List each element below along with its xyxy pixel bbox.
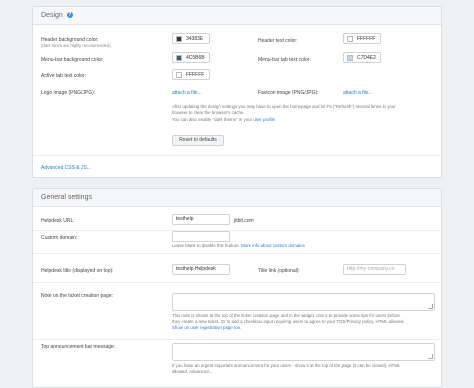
design-note-line3: You can also enable "dark theme" in your… — [172, 117, 437, 123]
advanced-css-js-link[interactable]: Advanced CSS & JS... — [41, 165, 91, 171]
menu-bg-value: 4C5B6B — [186, 55, 205, 61]
title-link-input[interactable]: http://my-company.co — [343, 264, 406, 275]
logo-attach-link[interactable]: attach a file... — [172, 90, 202, 96]
menu-tab-text-label: Menu-bar tab text color: — [258, 57, 311, 63]
design-note-line2: browser to clear the browser's cache. — [172, 110, 245, 115]
active-tab-swatch[interactable] — [176, 72, 182, 78]
design-panel: Design ? Header background color: (dark … — [32, 6, 442, 178]
active-tab-label: Active tab text color: — [41, 73, 87, 79]
helpdesk-title-input[interactable]: testhelp Helpdesk — [172, 264, 230, 275]
header-bg-swatch[interactable] — [176, 36, 182, 42]
custom-domains-info-link[interactable]: More info about custom domains — [241, 243, 305, 248]
custom-domain-input[interactable] — [172, 231, 230, 242]
general-settings-title: General settings — [41, 194, 92, 201]
general-settings-panel: General settings Helpdesk URL: testhelp … — [32, 188, 442, 388]
active-tab-value: FFFFFF — [186, 72, 205, 78]
header-text-swatch[interactable] — [347, 36, 353, 42]
user-profile-link[interactable]: user profile — [253, 117, 275, 122]
announcement-textarea[interactable] — [172, 343, 435, 361]
menu-tab-text-value: C7D4E2 — [357, 55, 376, 61]
general-settings-header: General settings — [33, 189, 441, 207]
reset-defaults-button[interactable]: Reset to defaults — [172, 135, 224, 146]
custom-domain-note-text: Leave blank to disable this feature. — [172, 243, 240, 248]
active-tab-color-field[interactable]: FFFFFF — [172, 69, 210, 80]
design-panel-header: Design ? — [33, 7, 441, 25]
title-divider — [33, 282, 441, 283]
ticket-note-textarea[interactable] — [172, 293, 435, 311]
announcement-help: If you have an urgent important announce… — [172, 363, 437, 375]
design-title: Design — [41, 12, 63, 19]
header-bg-sublabel: (dark tones are highly recommended) — [41, 43, 111, 48]
header-text-label: Header text color: — [258, 38, 298, 44]
help-icon[interactable]: ? — [66, 12, 73, 19]
ticket-note-label: Note on the ticket creation page: — [41, 293, 113, 299]
design-note: After updating the design settings you m… — [172, 104, 437, 123]
dark-theme-text: You can also enable "dark theme" in your — [172, 117, 253, 122]
logo-label: Logo image (PNG/JPG): — [41, 90, 96, 96]
menu-bg-color-field[interactable]: 4C5B6B — [172, 52, 210, 63]
header-bg-label: Header background color: (dark tones are… — [41, 37, 111, 48]
header-text-color-field[interactable]: FFFFFF — [343, 33, 381, 44]
helpdesk-url-label: Helpdesk URL: — [41, 218, 75, 224]
header-bg-color-field[interactable]: 34383E — [172, 33, 210, 44]
menu-bg-swatch[interactable] — [176, 55, 182, 61]
ticket-note-help: This note is shown at the top of the tic… — [172, 313, 437, 331]
announcement-help-line2: allowed. Advanced... — [172, 369, 213, 374]
header-text-value: FFFFFF — [357, 36, 376, 42]
menu-tab-text-color-field[interactable]: C7D4E2 — [343, 52, 381, 63]
announcement-label: Top announcement bar message: — [41, 344, 116, 350]
helpdesk-url-input[interactable]: testhelp — [172, 214, 230, 225]
custom-domain-label: Custom domain: — [41, 235, 78, 241]
domain-divider — [33, 253, 441, 254]
note-divider — [33, 339, 441, 340]
header-bg-value: 34383E — [186, 36, 204, 42]
helpdesk-title-label: Helpdesk title (displayed on top): — [41, 268, 114, 274]
title-link-label: Title link (optional): — [258, 268, 300, 274]
menu-tab-text-swatch[interactable] — [347, 55, 353, 61]
url-divider — [33, 230, 441, 231]
helpdesk-url-suffix: jitbit.com — [234, 218, 254, 224]
favicon-label: Favicon image (PNG/JPG): — [258, 90, 319, 96]
registration-page-link[interactable]: Show on user registration page too. — [172, 325, 437, 331]
resize-handle-icon[interactable] — [428, 304, 433, 309]
favicon-attach-link[interactable]: attach a file... — [343, 90, 373, 96]
resize-handle-icon[interactable] — [428, 354, 433, 359]
custom-domain-note: Leave blank to disable this feature. Mor… — [172, 243, 305, 249]
menu-bg-label: Menu-bar background color: — [41, 57, 104, 63]
design-divider — [33, 155, 441, 156]
